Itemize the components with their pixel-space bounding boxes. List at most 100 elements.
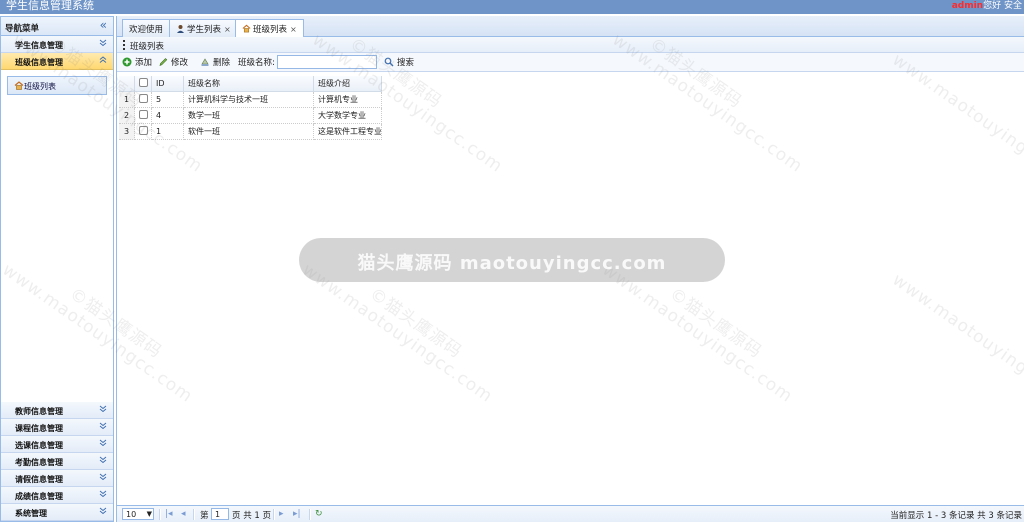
separator bbox=[273, 509, 275, 520]
column-header-id[interactable]: ID bbox=[152, 76, 184, 92]
page-number-input[interactable]: 1 bbox=[211, 508, 229, 520]
sidebar-group-label: 考勤信息管理 bbox=[15, 458, 63, 467]
sidebar-group-label: 成绩信息管理 bbox=[15, 492, 63, 501]
cell-intro: 计算机专业 bbox=[314, 92, 382, 108]
grip-icon bbox=[123, 40, 125, 50]
edit-button[interactable]: 修改 bbox=[158, 56, 188, 68]
page-size-select[interactable]: 10 ▼ bbox=[122, 508, 154, 520]
column-header-intro[interactable]: 班级介绍 bbox=[314, 76, 382, 92]
cell-name: 软件一班 bbox=[184, 124, 314, 140]
delete-label: 删除 bbox=[213, 58, 231, 68]
search-icon bbox=[384, 57, 394, 67]
sidebar-item-class-list[interactable]: 班级列表 bbox=[7, 76, 107, 95]
chevron-down-icon[interactable] bbox=[99, 422, 107, 431]
checkbox-icon bbox=[139, 78, 148, 87]
sidebar-group-class-body: 班级列表 bbox=[1, 70, 113, 400]
class-name-search-input[interactable] bbox=[277, 55, 377, 69]
checkbox-icon bbox=[139, 126, 148, 135]
header-extra[interactable]: 安全 bbox=[1004, 1, 1022, 11]
home-icon bbox=[14, 81, 24, 90]
sidebar-group-label: 课程信息管理 bbox=[15, 424, 63, 433]
chevron-down-icon[interactable] bbox=[99, 490, 107, 499]
sidebar-group-course[interactable]: 课程信息管理 bbox=[1, 419, 113, 436]
sidebar-group-label: 系统管理 bbox=[15, 509, 47, 518]
nav-title: 导航菜单 bbox=[5, 24, 40, 34]
add-icon bbox=[122, 57, 132, 67]
close-icon[interactable]: × bbox=[224, 25, 231, 34]
user-icon bbox=[176, 24, 185, 33]
sidebar-bottom-groups: 教师信息管理 课程信息管理 选课信息管理 考勤信息管理 请假信息管理 成绩信息管… bbox=[1, 402, 113, 521]
chevron-down-icon[interactable] bbox=[99, 456, 107, 465]
username[interactable]: admin bbox=[952, 1, 983, 11]
sidebar-group-class[interactable]: 班级信息管理 bbox=[1, 53, 113, 70]
sidebar-group-label: 学生信息管理 bbox=[15, 41, 63, 50]
chevron-down-icon[interactable] bbox=[99, 39, 107, 48]
pencil-icon bbox=[158, 57, 168, 67]
add-button[interactable]: 添加 bbox=[122, 56, 152, 68]
chevron-down-icon[interactable] bbox=[99, 473, 107, 482]
row-checkbox[interactable] bbox=[135, 108, 152, 124]
next-page-icon[interactable]: ▸ bbox=[279, 509, 284, 519]
cell-intro: 这是软件工程专业 bbox=[314, 124, 382, 140]
nav-header: 导航菜单 « bbox=[1, 17, 113, 36]
sidebar-group-teacher[interactable]: 教师信息管理 bbox=[1, 402, 113, 419]
cell-id: 4 bbox=[152, 108, 184, 124]
user-area: admin您好 安全 bbox=[952, 0, 1022, 12]
chevron-down-icon: ▼ bbox=[146, 510, 152, 518]
tab-student-list[interactable]: 学生列表 × bbox=[169, 19, 238, 37]
collapse-left-icon[interactable]: « bbox=[100, 18, 107, 32]
last-page-icon[interactable]: ▸| bbox=[293, 509, 301, 519]
watermark-banner-text: 猫头鹰源码 maotouyingcc.com bbox=[357, 253, 667, 274]
tab-label: 学生列表 bbox=[187, 25, 222, 35]
sidebar-group-label: 选课信息管理 bbox=[15, 441, 63, 450]
page-suffix: 页 共 1 页 bbox=[232, 511, 272, 521]
home-icon bbox=[242, 24, 251, 33]
first-page-icon[interactable]: |◂ bbox=[165, 509, 173, 519]
cell-intro: 大学数学专业 bbox=[314, 108, 382, 124]
checkbox-icon bbox=[139, 110, 148, 119]
tab-welcome[interactable]: 欢迎使用 bbox=[122, 19, 171, 37]
search-button-label: 搜索 bbox=[397, 58, 415, 68]
sidebar: 导航菜单 « 学生信息管理 班级信息管理 班级列表 教师信息管理 课程信息管理 … bbox=[0, 16, 114, 522]
tab-label: 班级列表 bbox=[253, 25, 288, 35]
close-icon[interactable]: × bbox=[290, 25, 297, 34]
cell-id: 5 bbox=[152, 92, 184, 108]
row-number: 3 bbox=[119, 124, 135, 140]
search-label: 班级名称: bbox=[238, 58, 275, 68]
chevron-down-icon[interactable] bbox=[99, 507, 107, 516]
watermark-banner: 猫头鹰源码 maotouyingcc.com bbox=[299, 238, 725, 282]
cell-name: 数学一班 bbox=[184, 108, 314, 124]
row-number: 2 bbox=[119, 108, 135, 124]
prev-page-icon[interactable]: ◂ bbox=[181, 509, 186, 519]
tab-class-list[interactable]: 班级列表 × bbox=[235, 19, 304, 38]
panel-header: 班级列表 bbox=[117, 37, 1024, 53]
checkbox-icon bbox=[139, 94, 148, 103]
delete-button[interactable]: 删除 bbox=[200, 56, 230, 68]
sidebar-group-system[interactable]: 系统管理 bbox=[1, 504, 113, 521]
grid-toolbar: 添加 修改 删除 班级名称: 搜索 bbox=[117, 53, 1024, 72]
sidebar-group-leave[interactable]: 请假信息管理 bbox=[1, 470, 113, 487]
add-label: 添加 bbox=[135, 58, 153, 68]
delete-icon bbox=[200, 57, 210, 67]
greeting: 您好 bbox=[983, 1, 1002, 11]
column-header-name[interactable]: 班级名称 bbox=[184, 76, 314, 92]
select-all-checkbox[interactable] bbox=[135, 76, 152, 92]
row-checkbox[interactable] bbox=[135, 124, 152, 140]
chevron-down-icon[interactable] bbox=[99, 439, 107, 448]
sidebar-group-student[interactable]: 学生信息管理 bbox=[1, 36, 113, 53]
sidebar-group-label: 班级信息管理 bbox=[15, 58, 63, 67]
row-checkbox[interactable] bbox=[135, 92, 152, 108]
chevron-up-icon[interactable] bbox=[99, 56, 107, 65]
sidebar-group-score[interactable]: 成绩信息管理 bbox=[1, 487, 113, 504]
sidebar-item-label: 班级列表 bbox=[24, 82, 56, 91]
sidebar-group-selection[interactable]: 选课信息管理 bbox=[1, 436, 113, 453]
search-button[interactable]: 搜索 bbox=[384, 56, 414, 68]
app-title: 学生信息管理系统 bbox=[6, 0, 94, 12]
refresh-icon[interactable]: ↻ bbox=[315, 509, 323, 519]
cell-name: 计算机科学与技术一班 bbox=[184, 92, 314, 108]
cell-id: 1 bbox=[152, 124, 184, 140]
chevron-down-icon[interactable] bbox=[99, 405, 107, 414]
panel-title: 班级列表 bbox=[130, 42, 165, 52]
sidebar-group-attendance[interactable]: 考勤信息管理 bbox=[1, 453, 113, 470]
top-header: 学生信息管理系统 admin您好 安全 bbox=[0, 0, 1024, 14]
